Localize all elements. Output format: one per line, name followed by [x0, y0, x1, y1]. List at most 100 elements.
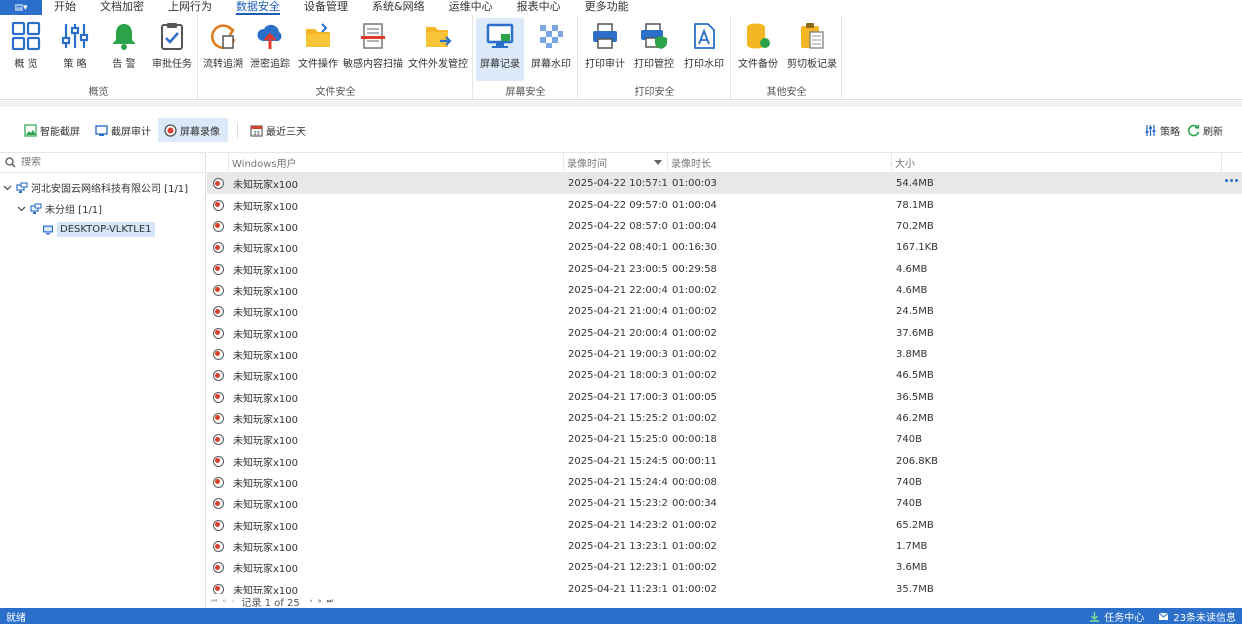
table-row[interactable]: 未知玩家x100 2025-04-21 15:24:51 00:00:11 206.8…: [207, 450, 1242, 471]
app-menu-button[interactable]: ▤▾: [0, 0, 42, 15]
pager-prev-fast-button[interactable]: «: [222, 597, 226, 605]
cell-record-time: 2025-04-22 08:57:01: [568, 220, 668, 232]
sort-desc-icon: [654, 160, 662, 165]
recent-days-button[interactable]: 23 最近三天: [244, 118, 312, 142]
computer-icon: [43, 225, 53, 234]
row-icon-cell: [207, 173, 229, 194]
cell-size: 70.2MB: [896, 220, 934, 232]
more-options-icon[interactable]: [1225, 179, 1238, 182]
row-icon-cell: [207, 386, 229, 407]
file-operation-button[interactable]: 文件操作: [296, 18, 340, 81]
tree-search-input[interactable]: [21, 157, 191, 168]
refresh-icon: [1187, 124, 1200, 136]
print-watermark-button[interactable]: 打印水印: [679, 18, 729, 81]
ribbon-group-label-print-security: 打印安全: [634, 87, 675, 98]
statusbar-right: 任务中心 23条未读信息: [1089, 608, 1236, 624]
header-record-duration[interactable]: 录像时长: [668, 153, 892, 172]
menu-web-behavior[interactable]: 上网行为: [156, 0, 224, 15]
tree-node-company[interactable]: 河北安固云网络科技有限公司 [1/1]: [3, 177, 188, 198]
tree-node-computer[interactable]: DESKTOP-VLKTLE1: [42, 219, 155, 240]
recording-icon: [212, 199, 224, 211]
table-row[interactable]: 未知玩家x100 2025-04-21 11:23:12 01:00:02 35.7M…: [207, 579, 1242, 594]
header-size[interactable]: 大小: [892, 153, 1222, 172]
recording-icon: [212, 284, 224, 296]
file-backup-button[interactable]: 文件备份: [734, 18, 782, 81]
cell-record-time: 2025-04-21 21:00:45: [568, 306, 668, 318]
print-control-button[interactable]: 打印管控: [630, 18, 678, 81]
refresh-label: 刷新: [1203, 126, 1223, 138]
table-row[interactable]: 未知玩家x100 2025-04-21 15:24:43 00:00:08 740B: [207, 472, 1242, 493]
printer-shield-icon: [641, 23, 667, 49]
table-row[interactable]: 未知玩家x100 2025-04-21 20:00:42 01:00:02 37.6M…: [207, 322, 1242, 343]
table-row[interactable]: 未知玩家x100 2025-04-21 22:00:48 01:00:02 4.6MB: [207, 280, 1242, 301]
cell-record-time: 2025-04-21 22:00:48: [568, 284, 668, 296]
pager-next-fast-button[interactable]: »: [318, 597, 322, 605]
table-row[interactable]: 未知玩家x100 2025-04-22 09:57:05 01:00:04 78.1M…: [207, 194, 1242, 215]
chevron-down-icon[interactable]: [17, 204, 26, 213]
alert-button[interactable]: 告 警: [102, 18, 146, 81]
print-audit-button[interactable]: 打印审计: [581, 18, 629, 81]
refresh-button[interactable]: 刷新: [1181, 118, 1229, 142]
chevron-down-icon[interactable]: [3, 183, 12, 192]
cell-windows-user: 未知玩家x100: [233, 180, 299, 192]
unread-messages-button[interactable]: 23条未读信息: [1158, 609, 1236, 624]
cloud-upload-icon: [257, 24, 282, 49]
header-windows-user[interactable]: Windows用户: [229, 153, 564, 172]
capture-audit-button[interactable]: 截屏审计: [89, 118, 157, 142]
approval-task-label: 审批任务: [152, 59, 192, 70]
cell-size: 65.2MB: [896, 519, 934, 531]
table-row[interactable]: 未知玩家x100 2025-04-21 15:25:21 01:00:02 46.2M…: [207, 408, 1242, 429]
table-row[interactable]: 未知玩家x100 2025-04-21 13:23:17 01:00:02 1.7MB: [207, 536, 1242, 557]
record-icon: [164, 123, 177, 137]
table-row[interactable]: 未知玩家x100 2025-04-22 08:40:18 00:16:30 167.1…: [207, 237, 1242, 258]
menu-start[interactable]: 开始: [42, 0, 88, 15]
ribbon: 概 览 策 略 告 警 审批任务 概览 流转追溯 泄密追踪 文件操作 敏感内容扫…: [0, 15, 1242, 100]
table-row[interactable]: 未知玩家x100 2025-04-21 17:00:31 01:00:05 36.5M…: [207, 386, 1242, 407]
ribbon-group-file-security: 流转追溯 泄密追踪 文件操作 敏感内容扫描 文件外发管控 文件安全: [199, 15, 473, 100]
overview-button[interactable]: 概 览: [4, 18, 48, 81]
table-row[interactable]: 未知玩家x100 2025-04-21 12:23:15 01:00:02 3.6MB: [207, 557, 1242, 578]
table-row[interactable]: 未知玩家x100 2025-04-21 18:00:37 01:00:02 46.5M…: [207, 365, 1242, 386]
image-icon: [24, 123, 37, 137]
screen-watermark-button[interactable]: 屏幕水印: [526, 18, 576, 81]
header-record-time[interactable]: 录像时间: [564, 153, 668, 172]
pager-first-button[interactable]: ⏮: [211, 597, 217, 606]
pager-next-button[interactable]: ›: [310, 597, 313, 605]
table-row[interactable]: 未知玩家x100 2025-04-21 21:00:45 01:00:02 24.5M…: [207, 301, 1242, 322]
task-center-button[interactable]: 任务中心: [1089, 609, 1144, 624]
screen-watermark-label: 屏幕水印: [531, 59, 571, 70]
table-row[interactable]: 未知玩家x100 2025-04-21 23:00:50 00:29:58 4.6MB: [207, 258, 1242, 279]
table-row[interactable]: 未知玩家x100 2025-04-22 08:57:01 01:00:04 70.2M…: [207, 216, 1242, 237]
policy-ribbon-button[interactable]: 策 略: [53, 18, 97, 81]
clipboard-record-button[interactable]: 剪切板记录: [784, 18, 840, 81]
menu-data-security[interactable]: 数据安全: [224, 0, 292, 15]
menu-system-network[interactable]: 系统&网络: [360, 0, 437, 15]
pager-last-button[interactable]: ⏭: [327, 597, 333, 606]
screen-recording-button[interactable]: 屏幕录像: [158, 118, 228, 142]
cell-record-time: 2025-04-21 23:00:50: [568, 263, 668, 275]
sensitive-scan-button[interactable]: 敏感内容扫描: [342, 18, 404, 81]
sliders-icon: [1145, 124, 1156, 136]
approval-task-button[interactable]: 审批任务: [148, 18, 196, 81]
smart-capture-button[interactable]: 智能截屏: [18, 118, 86, 142]
menu-report-center[interactable]: 报表中心: [505, 0, 573, 15]
menu-ops-center[interactable]: 运维中心: [437, 0, 505, 15]
menu-more-features[interactable]: 更多功能: [573, 0, 641, 15]
table-row[interactable]: 未知玩家x100 2025-04-21 15:25:03 00:00:18 740B: [207, 429, 1242, 450]
file-outgoing-control-button[interactable]: 文件外发管控: [406, 18, 470, 81]
tree-node-ungrouped[interactable]: 未分组 [1/1]: [17, 198, 102, 219]
menu-doc-encryption[interactable]: 文档加密: [88, 0, 156, 15]
table-row[interactable]: 未知玩家x100 2025-04-21 19:00:39 01:00:02 3.8MB: [207, 344, 1242, 365]
transfer-trace-button[interactable]: 流转追溯: [201, 18, 245, 81]
table-row[interactable]: 未知玩家x100 2025-04-21 15:23:22 00:00:34 740B: [207, 493, 1242, 514]
scan-icon: [361, 23, 385, 49]
pager-prev-button[interactable]: ‹: [232, 597, 235, 605]
policy-button[interactable]: 策略: [1138, 118, 1186, 142]
screen-record-button[interactable]: 屏幕记录: [476, 18, 524, 81]
message-icon: [1158, 612, 1169, 620]
ribbon-separator: [0, 101, 1242, 107]
table-row[interactable]: 未知玩家x100 2025-04-21 14:23:20 01:00:02 65.2M…: [207, 515, 1242, 536]
menu-device-management[interactable]: 设备管理: [292, 0, 360, 15]
table-row[interactable]: 未知玩家x100 2025-04-22 10:57:10 01:00:03 54.4M…: [207, 173, 1242, 195]
leak-tracking-button[interactable]: 泄密追踪: [248, 18, 292, 81]
